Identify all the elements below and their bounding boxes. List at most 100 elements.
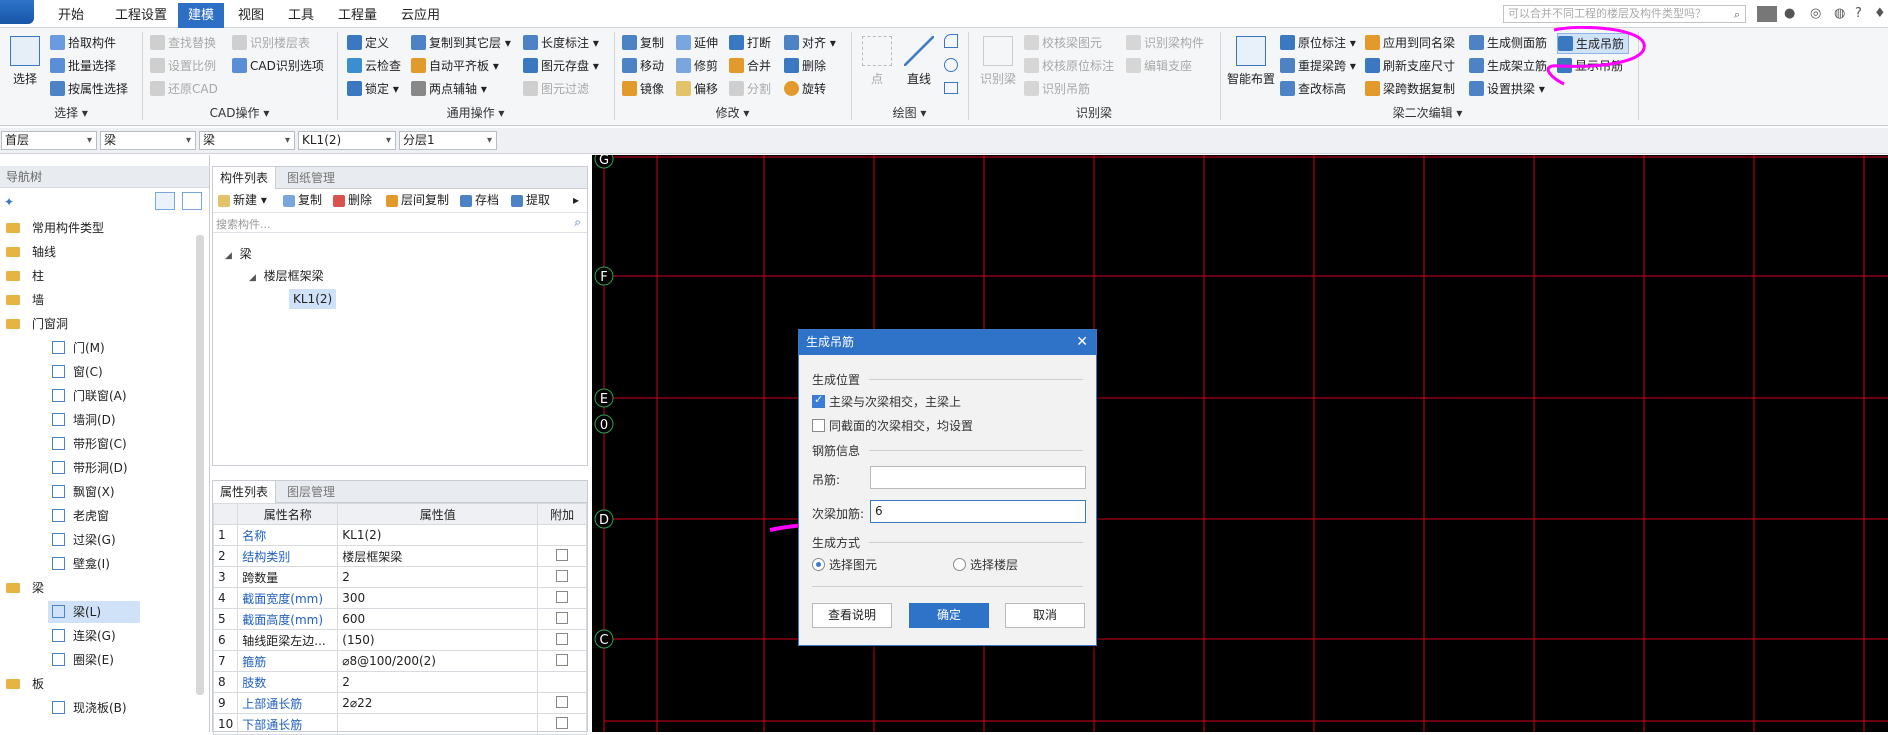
edit-support-button[interactable]: 编辑支座 (1126, 56, 1192, 77)
tab-component-list[interactable]: 构件列表 (213, 167, 277, 189)
additional-checkbox[interactable] (556, 569, 569, 582)
message-icon[interactable]: ◎ (1810, 6, 1821, 21)
table-row[interactable]: 9 上部通长筋 2⌀22 (212, 692, 587, 714)
nav-item[interactable]: 门联窗(A) (52, 385, 127, 407)
axis-label-bubble[interactable]: 0 (594, 414, 614, 434)
point-button[interactable]: 点 (860, 36, 894, 87)
nav-scrollbar[interactable] (196, 235, 204, 695)
avatar[interactable] (1757, 6, 1777, 22)
menu-cloud[interactable]: 云应用 (391, 5, 450, 27)
property-value[interactable] (337, 713, 539, 735)
radio-unselected[interactable] (953, 558, 966, 571)
nav-item[interactable]: 梁(L) (48, 601, 140, 623)
additional-checkbox[interactable] (556, 716, 569, 729)
nav-folder[interactable]: 板 (6, 673, 44, 695)
additional-checkbox[interactable] (556, 653, 569, 666)
tree-root-beam[interactable]: ◢ 梁 (225, 245, 252, 262)
method-select-floor[interactable]: 选择楼层 (953, 556, 1018, 573)
list-view-icon[interactable] (155, 192, 175, 210)
circle-icon[interactable] (944, 58, 958, 72)
checkbox-checked[interactable] (812, 393, 825, 408)
nav-item[interactable]: 带形洞(D) (52, 457, 128, 479)
cloud-check-button[interactable]: 云检查 (347, 56, 401, 77)
close-icon[interactable]: ✕ (1076, 330, 1088, 355)
layer-select[interactable]: 分层1 (399, 131, 497, 150)
cad-options-button[interactable]: CAD识别选项 (232, 56, 324, 77)
lock-button[interactable]: 锁定 ▾ (347, 79, 399, 100)
axis-label-bubble[interactable]: D (594, 509, 614, 529)
select-button[interactable]: 选择 (8, 36, 42, 87)
set-scale-button[interactable]: 设置比例 (150, 56, 216, 77)
search-icon[interactable]: ⌕ (574, 215, 581, 230)
option-same-section[interactable]: 同截面的次梁相交，均设置 (812, 417, 973, 434)
nav-item[interactable]: 过梁(G) (52, 529, 116, 551)
component-select[interactable]: KL1(2) (298, 131, 396, 150)
check-elevation-button[interactable]: 查改标高 (1280, 79, 1346, 100)
method-select-element[interactable]: 选择图元 (812, 556, 877, 573)
property-value[interactable]: ⌀8@100/200(2) (337, 650, 539, 672)
restore-cad-button[interactable]: 还原CAD (150, 79, 218, 100)
recognize-beam-button[interactable]: 识别梁 (975, 36, 1021, 87)
secondary-rebar-input[interactable]: 6 (870, 500, 1086, 523)
nav-item[interactable]: 窗(C) (52, 361, 103, 383)
find-replace-button[interactable]: 查找替换 (150, 33, 216, 54)
tab-layer-management[interactable]: 图层管理 (280, 481, 342, 503)
tab-property-list[interactable]: 属性列表 (213, 481, 277, 503)
check-original-label-button[interactable]: 校核原位标注 (1024, 56, 1114, 77)
more-icon[interactable]: ▸ (573, 190, 579, 211)
table-row[interactable]: 7 箍筋 ⌀8@100/200(2) (212, 650, 587, 672)
nav-folder[interactable]: 门窗洞 (6, 313, 68, 335)
additional-checkbox[interactable] (556, 611, 569, 624)
copy-button[interactable]: 复制 (622, 33, 664, 54)
nav-item[interactable]: 门(M) (52, 337, 105, 359)
recognize-floor-table-button[interactable]: 识别楼层表 (232, 33, 310, 54)
radio-selected[interactable] (812, 558, 825, 571)
check-beam-element-button[interactable]: 校核梁图元 (1024, 33, 1102, 54)
interfloor-copy-button[interactable]: 层间复制 (386, 190, 449, 211)
extend-button[interactable]: 延伸 (676, 33, 718, 54)
span-data-copy-button[interactable]: 梁跨数据复制 (1365, 79, 1455, 100)
copy-component-button[interactable]: 复制 (283, 190, 322, 211)
property-value[interactable]: 2⌀22 (337, 692, 539, 714)
help-icon[interactable]: ? (1855, 6, 1862, 21)
line-button[interactable]: 直线 (902, 36, 936, 87)
property-value[interactable]: 2 (337, 671, 539, 693)
element-filter-button[interactable]: 图元过滤 (523, 79, 589, 100)
nav-item[interactable]: 现浇板(B) (52, 697, 127, 719)
smart-layout-button[interactable]: 智能布置 (1225, 36, 1277, 87)
help-button[interactable]: 查看说明 (812, 603, 892, 628)
group-label-general[interactable]: 通用操作 ▾ (337, 104, 614, 122)
split-button[interactable]: 分割 (729, 79, 771, 100)
property-value[interactable]: (150) (337, 629, 539, 651)
two-point-aux-axis-button[interactable]: 两点辅轴 ▾ (411, 79, 487, 100)
nav-folder[interactable]: 轴线 (6, 241, 56, 263)
tree-group-frame-beam[interactable]: ◢ 楼层框架梁 (249, 267, 324, 284)
axis-label-bubble[interactable]: C (594, 629, 614, 649)
nav-folder[interactable]: 墙 (6, 289, 44, 311)
component-search[interactable]: 搜索构件... ⌕ (213, 213, 587, 233)
menu-start[interactable]: 开始 (48, 5, 94, 27)
rotate-button[interactable]: 旋转 (784, 79, 826, 100)
floor-select[interactable]: 首层 (1, 131, 97, 150)
break-button[interactable]: 打断 (729, 33, 771, 54)
table-row[interactable]: 10 下部通长筋 (212, 713, 587, 735)
extract-button[interactable]: 提取 (511, 190, 550, 211)
table-row[interactable]: 6 轴线距梁左边... (150) (212, 629, 587, 651)
refresh-support-size-button[interactable]: 刷新支座尺寸 (1365, 56, 1455, 77)
axis-label-bubble[interactable]: G (594, 155, 614, 169)
align-button[interactable]: 对齐 ▾ (784, 33, 836, 54)
table-row[interactable]: 3 跨数量 2 (212, 566, 587, 588)
arc-icon[interactable] (944, 34, 958, 48)
type-select[interactable]: 梁 (199, 131, 295, 150)
additional-checkbox[interactable] (556, 632, 569, 645)
additional-checkbox[interactable] (556, 695, 569, 708)
additional-checkbox[interactable] (556, 590, 569, 603)
merge-button[interactable]: 合并 (729, 56, 771, 77)
trim-button[interactable]: 修剪 (676, 56, 718, 77)
nav-item[interactable]: 圈梁(E) (52, 649, 114, 671)
property-value[interactable]: KL1(2) (337, 524, 539, 546)
help-search-input[interactable]: 可以合并不同工程的楼层及构件类型吗？ ⌕ (1503, 5, 1746, 23)
recognize-beam-component-button[interactable]: 识别梁构件 (1126, 33, 1204, 54)
group-label-select[interactable]: 选择 ▾ (0, 104, 142, 122)
property-value[interactable]: 300 (337, 587, 539, 609)
